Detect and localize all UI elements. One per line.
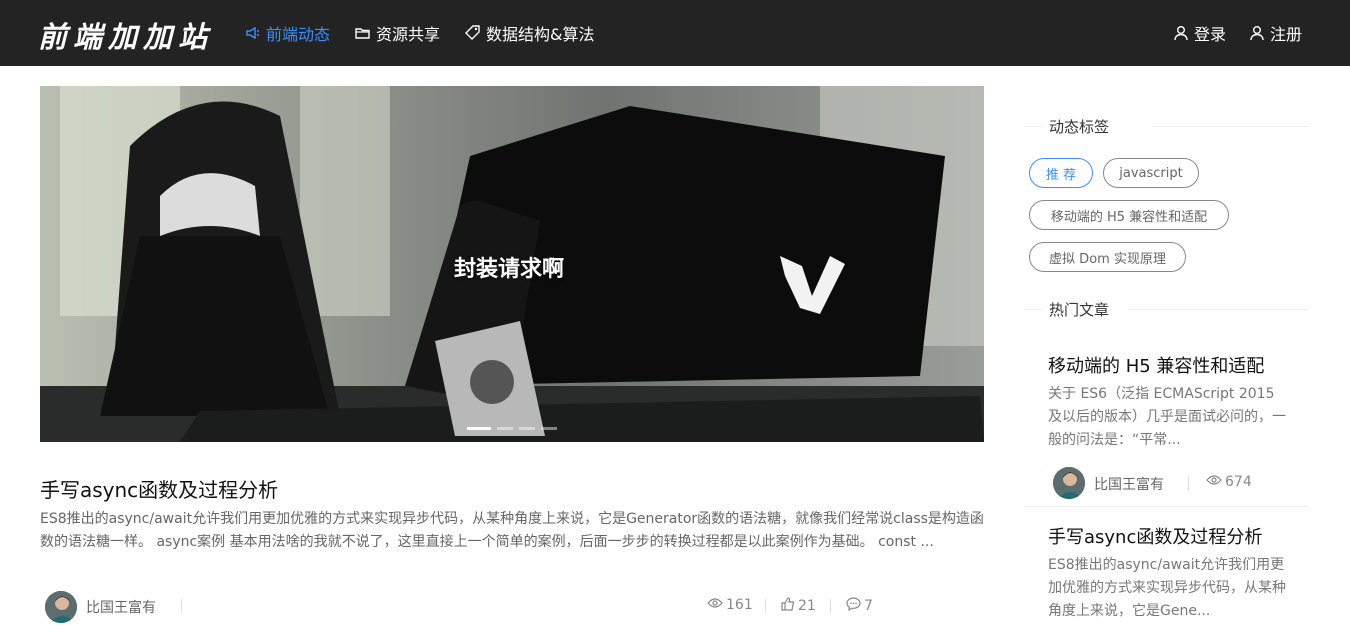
divider bbox=[765, 599, 766, 613]
nav-algorithms-label: 数据结构&算法 bbox=[486, 25, 595, 44]
article-meta: 比国王富有 161 21 7 bbox=[40, 590, 984, 623]
hot-article-title[interactable]: 移动端的 H5 兼容性和适配 bbox=[1048, 352, 1264, 378]
tags-section-heading: 动态标签 bbox=[1024, 116, 1308, 136]
likes-value: 21 bbox=[798, 598, 816, 614]
tags-heading: 动态标签 bbox=[1049, 118, 1110, 136]
comment-icon bbox=[846, 597, 861, 615]
views-value: 161 bbox=[726, 597, 753, 613]
views-value: 674 bbox=[1225, 474, 1252, 490]
divider bbox=[1188, 476, 1189, 490]
carousel-indicators bbox=[467, 427, 557, 430]
tag-virtual-dom[interactable]: 虚拟 Dom 实现原理 bbox=[1029, 242, 1186, 272]
hot-article-summary: ES8推出的async/await允许我们用更加优雅的方式来实现异步代码，从某种… bbox=[1048, 557, 1286, 619]
thumbs-up-icon bbox=[781, 597, 795, 615]
carousel-dot[interactable] bbox=[519, 427, 535, 430]
register-button[interactable]: 注册 bbox=[1248, 0, 1302, 66]
author-name[interactable]: 比国王富有 bbox=[86, 597, 156, 617]
login-label: 登录 bbox=[1194, 25, 1227, 44]
carousel-dot[interactable] bbox=[541, 427, 557, 430]
tag-icon bbox=[464, 24, 482, 42]
user-icon bbox=[1248, 24, 1266, 42]
divider bbox=[1024, 506, 1308, 507]
banner-carousel[interactable]: 封装请求啊 bbox=[40, 86, 984, 442]
author-name[interactable]: 比国王富有 bbox=[1094, 474, 1164, 494]
divider bbox=[181, 599, 182, 613]
hot-article-summary: 关于 ES6（泛指 ECMAScript 2015 及以后的版本）几乎是面试必问… bbox=[1048, 386, 1286, 448]
comments-value: 7 bbox=[864, 598, 873, 614]
divider bbox=[1024, 126, 1042, 127]
avatar[interactable] bbox=[1053, 467, 1085, 499]
divider bbox=[1152, 126, 1308, 127]
divider bbox=[1128, 309, 1308, 310]
register-label: 注册 bbox=[1270, 25, 1303, 44]
avatar[interactable] bbox=[45, 591, 77, 623]
nav-item-resources[interactable]: 资源共享 bbox=[354, 0, 440, 66]
article-title[interactable]: 手写async函数及过程分析 bbox=[40, 474, 278, 503]
user-icon bbox=[1172, 24, 1190, 42]
divider bbox=[1024, 309, 1042, 310]
banner-caption[interactable]: 封装请求啊 bbox=[454, 251, 564, 283]
article-summary: ES8推出的async/await允许我们用更加优雅的方式来实现异步代码，从某种… bbox=[40, 511, 984, 550]
eye-icon bbox=[707, 597, 723, 613]
top-navbar: 前端加加站 前端动态 资源共享 数据结构&算法 登录 注册 bbox=[0, 0, 1350, 66]
nav-resources-label: 资源共享 bbox=[376, 25, 441, 44]
carousel-dot[interactable] bbox=[467, 427, 491, 430]
views-count: 674 bbox=[1206, 474, 1252, 490]
views-count: 161 bbox=[707, 597, 753, 613]
likes-button[interactable]: 21 bbox=[781, 597, 816, 615]
tag-javascript[interactable]: javascript bbox=[1103, 158, 1199, 188]
hot-article-title[interactable]: 手写async函数及过程分析 bbox=[1048, 523, 1262, 549]
login-button[interactable]: 登录 bbox=[1172, 0, 1226, 66]
eye-icon bbox=[1206, 474, 1222, 490]
tag-recommend[interactable]: 推 荐 bbox=[1029, 158, 1093, 188]
site-logo[interactable]: 前端加加站 bbox=[38, 14, 213, 56]
hot-heading: 热门文章 bbox=[1049, 301, 1110, 319]
nav-item-news[interactable]: 前端动态 bbox=[244, 0, 330, 66]
tag-mobile-h5[interactable]: 移动端的 H5 兼容性和适配 bbox=[1029, 200, 1229, 230]
folder-icon bbox=[354, 24, 372, 42]
nav-item-algorithms[interactable]: 数据结构&算法 bbox=[464, 0, 594, 66]
hot-section-heading: 热门文章 bbox=[1024, 299, 1308, 319]
announcement-icon bbox=[244, 24, 262, 42]
divider bbox=[830, 599, 831, 613]
comments-button[interactable]: 7 bbox=[846, 597, 873, 615]
nav-news-label: 前端动态 bbox=[266, 25, 331, 44]
carousel-dot[interactable] bbox=[497, 427, 513, 430]
